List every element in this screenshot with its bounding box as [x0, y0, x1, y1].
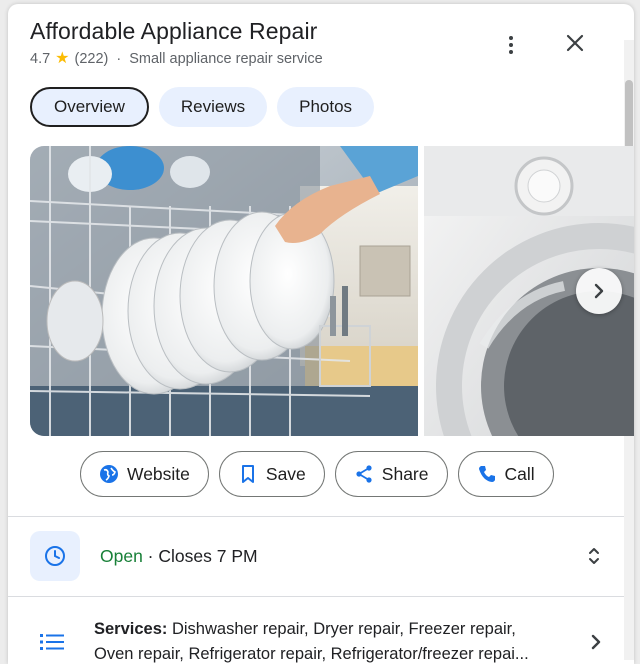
save-button[interactable]: Save [218, 451, 325, 497]
clock-icon [45, 546, 65, 566]
unfold-icon[interactable] [582, 544, 606, 568]
more-options-button[interactable] [496, 28, 526, 62]
website-label: Website [127, 463, 190, 484]
share-button[interactable]: Share [334, 451, 448, 497]
services-row[interactable]: Services: Dishwasher repair, Dryer repai… [30, 610, 610, 664]
tab-reviews[interactable]: Reviews [158, 87, 268, 127]
separator: · [116, 51, 122, 67]
close-icon [566, 34, 584, 52]
rating-line: 4.7 ★ (222) · Small appliance repair ser… [30, 50, 323, 68]
save-label: Save [265, 463, 306, 484]
share-icon [356, 465, 372, 483]
action-buttons: Website Save Share Call [80, 451, 554, 497]
photo-dishwasher[interactable] [30, 146, 418, 436]
services-line-1: Dishwasher repair, Dryer repair, Freezer… [167, 620, 516, 638]
share-label: Share [381, 463, 429, 484]
list-icon [40, 634, 64, 650]
tab-bar: Overview Reviews Photos [30, 87, 375, 127]
call-label: Call [504, 463, 535, 484]
more-vert-icon [509, 36, 513, 40]
place-panel: Affordable Appliance Repair 4.7 ★ (222) … [8, 4, 634, 664]
services-text: Services: Dishwasher repair, Dryer repai… [94, 617, 574, 664]
dishwasher-image [30, 146, 418, 436]
closing-time: Closes 7 PM [158, 545, 258, 566]
globe-icon [100, 465, 118, 483]
business-category[interactable]: Small appliance repair service [129, 51, 322, 67]
review-count[interactable]: (222) [75, 51, 109, 67]
chevron-right-icon [594, 283, 604, 299]
tab-photos[interactable]: Photos [277, 87, 375, 127]
services-label: Services: [94, 620, 168, 638]
star-icon: ★ [55, 50, 70, 67]
phone-icon [478, 466, 495, 482]
website-button[interactable]: Website [80, 451, 209, 497]
tab-overview[interactable]: Overview [30, 87, 149, 127]
bookmark-icon [241, 465, 254, 483]
divider [8, 596, 624, 597]
hours-text: Open · Closes 7 PM [100, 546, 258, 567]
chevron-right-icon[interactable] [586, 632, 606, 652]
close-button[interactable] [558, 26, 592, 60]
call-button[interactable]: Call [457, 451, 554, 497]
hours-icon-tile [30, 531, 80, 581]
hours-row[interactable]: Open · Closes 7 PM [30, 529, 610, 583]
services-line-2: Oven repair, Refrigerator repair, Refrig… [94, 645, 529, 663]
open-status: Open [100, 545, 143, 566]
hours-separator: · [142, 545, 159, 566]
rating-value: 4.7 [30, 51, 51, 67]
next-photo-button[interactable] [576, 268, 622, 314]
business-name: Affordable Appliance Repair [30, 18, 318, 44]
divider [8, 516, 624, 517]
